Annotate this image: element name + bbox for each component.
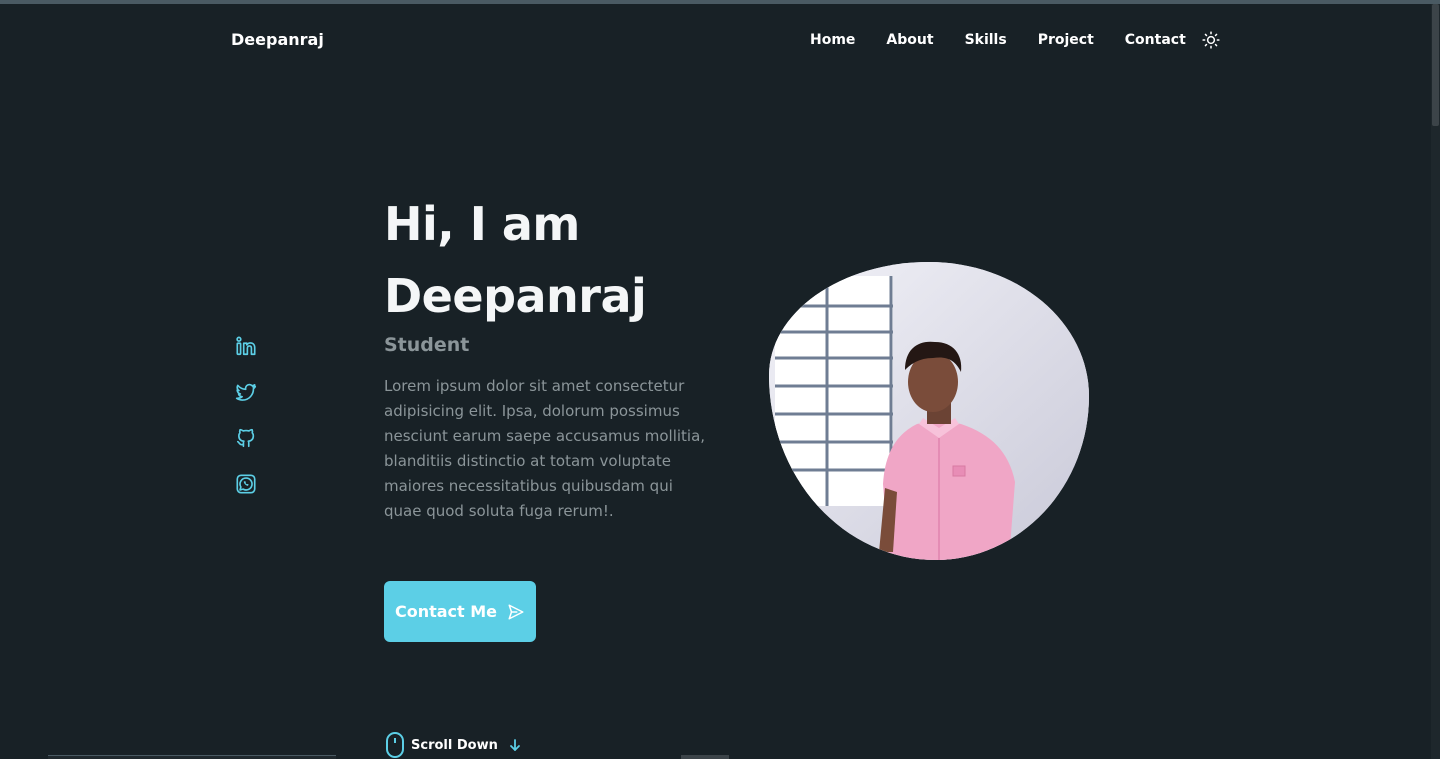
horizontal-scrollbar-track [48,755,336,759]
profile-illustration [769,262,1089,560]
scroll-down-label: Scroll Down [411,737,498,753]
nav-about[interactable]: About [886,32,933,48]
main-nav: Home About Skills Project Contact [810,31,1220,49]
twitter-icon[interactable] [235,381,257,403]
profile-blob [769,262,1089,560]
hero-subtitle: Student [384,334,470,356]
horizontal-scrollbar-thumb[interactable] [681,755,729,759]
scroll-down-link[interactable]: Scroll Down [385,732,522,758]
scrollbar-thumb[interactable] [1432,4,1439,126]
hero-title-line2: Deepanraj [384,269,647,323]
social-links [235,335,257,495]
nav-home[interactable]: Home [810,32,855,48]
hero-description: Lorem ipsum dolor sit amet consectetur a… [384,377,706,520]
site-header: Deepanraj Home About Skills Project Cont… [0,4,1431,76]
hero-title-line1: Hi, I am [384,197,580,251]
whatsapp-icon[interactable] [235,473,257,495]
github-icon[interactable] [235,427,257,449]
hero-title: Hi, I am Deepanraj [384,188,744,332]
mouse-icon [386,732,404,758]
logo[interactable]: Deepanraj [231,30,324,49]
linkedin-icon[interactable] [235,335,257,357]
contact-me-label: Contact Me [394,602,498,621]
send-icon [508,604,524,619]
sun-icon[interactable] [1202,31,1220,49]
nav-contact[interactable]: Contact [1125,32,1186,48]
profile-photo [769,262,1089,560]
page-scrollbar[interactable] [1431,4,1440,759]
arrow-down-icon [509,739,520,751]
nav-project[interactable]: Project [1038,32,1094,48]
contact-me-button[interactable]: Contact Me [384,581,536,642]
nav-skills[interactable]: Skills [965,32,1007,48]
